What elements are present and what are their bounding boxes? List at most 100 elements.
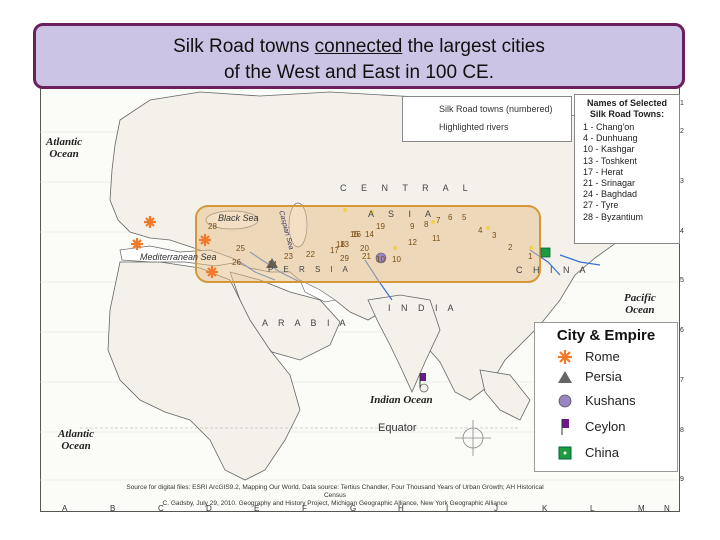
grid-row-label: 1: [680, 100, 684, 107]
grid-column-label: C: [158, 504, 164, 513]
legend-silk-road-label: Silk Road towns (numbered): [439, 104, 553, 114]
china-marker: [540, 247, 551, 258]
town-number-label: 6: [448, 213, 453, 222]
town-number-label: 21: [362, 252, 371, 261]
town-number-label: 14: [365, 230, 374, 239]
town-names-box: Names of Selected Silk Road Towns: 1 - C…: [574, 94, 680, 244]
grid-row-label: 3: [680, 178, 684, 185]
grid-column-label: G: [350, 504, 357, 513]
town-name-item: 4 - Dunhuang: [583, 133, 638, 144]
arabia-label: A R A B I A: [262, 318, 350, 328]
town-number-label: 22: [306, 250, 315, 259]
town-number-label: 24: [268, 260, 277, 269]
title-text-before: Silk Road towns: [173, 36, 315, 57]
grid-row-label: 7: [680, 377, 684, 384]
town-number-label: 26: [232, 258, 241, 267]
legend-persia-label: Persia: [585, 369, 622, 384]
town-name-item: 1 - Chang'on: [583, 122, 635, 132]
compass-rose-icon: [455, 420, 491, 456]
title-banner: Silk Road towns connected the largest ci…: [33, 23, 685, 89]
atlantic-ocean-top-label: Atlantic Ocean: [46, 136, 83, 160]
grid-column-label: L: [590, 504, 595, 513]
city-empire-legend: City & Empire Rome Persia Kushans Ceylon…: [534, 322, 678, 472]
legend-china-label: China: [585, 445, 619, 460]
atlantic-ocean-bottom-label: Atlantic Ocean: [58, 428, 95, 452]
persia-label: P E R S I A: [268, 265, 352, 274]
town-name-item: 28 - Byzantium: [583, 211, 644, 222]
central-label: C E N T R A L: [340, 183, 474, 193]
legend-ceylon-label: Ceylon: [585, 419, 626, 434]
legend-kushans-label: Kushans: [585, 393, 636, 408]
grid-row-label: 6: [680, 327, 684, 334]
grid-column-label: E: [254, 504, 260, 513]
town-number-label: 10: [392, 255, 401, 264]
grid-column-label: K: [542, 504, 548, 513]
grid-row-label: 8: [680, 427, 684, 434]
grid-column-label: H: [398, 504, 404, 513]
title-line-1: Silk Road towns connected the largest ci…: [36, 34, 682, 60]
town-name-item: 24 - Baghdad: [583, 189, 638, 200]
city-empire-title: City & Empire: [556, 327, 656, 344]
town-number-label: 16: [352, 230, 361, 239]
mediterranean-sea-label: Mediterranean Sea: [140, 252, 217, 262]
town-names-title-line-2: Silk Road Towns:: [589, 109, 665, 119]
grid-column-label: M: [638, 504, 645, 513]
equator-label: Equator: [378, 422, 417, 434]
black-sea-label: Black Sea: [218, 213, 259, 223]
legend-rivers-label: Highlighted rivers: [439, 122, 509, 132]
china-label: C H I N A: [516, 265, 590, 275]
grid-column-label: N: [664, 504, 670, 513]
town-names-title: Names of Selected Silk Road Towns:: [575, 95, 679, 120]
town-number-label: 12: [408, 238, 417, 247]
grid-row-label: 9: [680, 476, 684, 483]
grid-column-labels: A B C D E F G H I J K L M N: [40, 502, 680, 516]
town-names-title-line-1: Names of Selected: [586, 98, 668, 108]
town-number-label: 23: [284, 252, 293, 261]
grid-column-label: I: [446, 504, 449, 513]
title-line-2: of the West and East in 100 CE.: [223, 62, 495, 83]
sri-lanka-island: [419, 383, 429, 393]
grid-row-label: 2: [680, 128, 684, 135]
town-name-item: 17 - Herat: [583, 166, 624, 177]
town-name-item: 27 - Tyre: [583, 200, 619, 211]
legend-rome-label: Rome: [585, 349, 620, 364]
town-number-label: 7: [436, 216, 441, 225]
town-number-label: 2: [508, 243, 513, 252]
town-number-label: 19: [376, 222, 385, 231]
town-name-item: 21 - Srinagar: [583, 178, 636, 189]
title-text-after: the largest cities: [402, 36, 545, 57]
town-name-item: 10 - Kashgar: [583, 144, 635, 155]
town-number-label: 11: [432, 234, 441, 243]
legend-row-persia: Persia: [535, 367, 677, 387]
town-number-label: 25: [236, 244, 245, 253]
legend-row-ceylon: Ceylon: [535, 417, 677, 437]
town-number-label: 5: [462, 213, 467, 222]
southeast-asia-landmass: [479, 369, 531, 421]
grid-column-label: F: [302, 504, 307, 513]
grid-row-label: 4: [680, 228, 684, 235]
town-number-label: 13: [340, 240, 349, 249]
town-number-label: 10: [376, 255, 385, 264]
map-legend: Silk Road towns (numbered) Highlighted r…: [402, 96, 572, 142]
town-number-label: 4: [478, 226, 483, 235]
grid-column-label: J: [494, 504, 498, 513]
asia-label: A S I A: [368, 209, 438, 219]
grid-column-label: A: [62, 504, 68, 513]
town-names-list: 1 - Chang'on 4 - Dunhuang 10 - Kashgar 1…: [575, 120, 679, 223]
town-name-item: 13 - Toshkent: [583, 155, 637, 166]
ceylon-marker: [420, 373, 426, 381]
india-label: I N D I A: [388, 303, 458, 313]
grid-row-label: 5: [680, 277, 684, 284]
town-number-label: 28: [208, 222, 217, 231]
legend-row-rome: Rome: [535, 347, 677, 367]
pacific-ocean-label: Pacific Ocean: [624, 292, 656, 316]
indian-ocean-label: Indian Ocean: [370, 394, 433, 406]
town-number-label: 9: [410, 222, 415, 231]
town-number-label: 3: [492, 231, 497, 240]
legend-row-china: China: [535, 443, 677, 463]
town-number-label: 8: [424, 220, 429, 229]
town-number-label: 1: [528, 252, 533, 261]
grid-column-label: D: [206, 504, 212, 513]
town-number-label: 29: [340, 254, 349, 263]
title-emphasis: connected: [314, 36, 403, 57]
